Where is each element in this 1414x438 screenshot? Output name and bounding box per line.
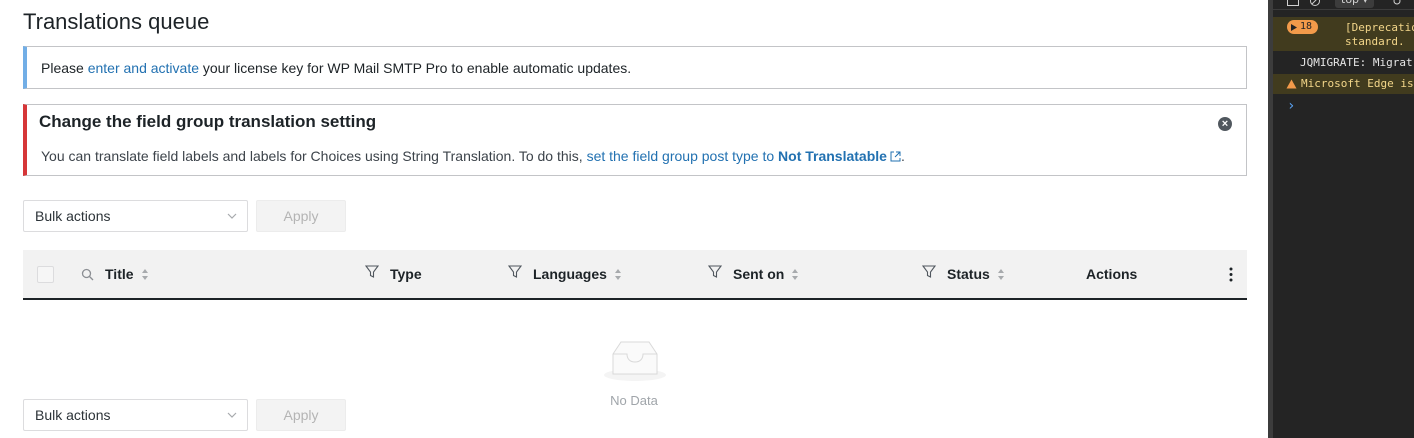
filter-icon[interactable] (508, 265, 522, 279)
jqmigrate-message[interactable]: JQMIGRATE: Migrat (1273, 56, 1414, 72)
chevron-down-icon (227, 412, 237, 418)
column-languages-label: Languages (533, 266, 607, 282)
search-icon[interactable] (81, 268, 94, 281)
link-bold-text: Not Translatable (778, 148, 887, 164)
bulk-actions-label: Bulk actions (35, 208, 111, 224)
sort-icon[interactable] (614, 268, 622, 281)
column-title[interactable]: Title (105, 250, 149, 298)
column-languages[interactable]: Languages (533, 250, 622, 298)
warning-icon (1286, 79, 1297, 89)
column-actions: Actions (1086, 250, 1137, 298)
empty-state-text: No Data (610, 393, 658, 408)
edge-warning-message[interactable]: Microsoft Edge is (1273, 74, 1414, 94)
sort-icon[interactable] (997, 268, 1005, 281)
sort-icon[interactable] (141, 268, 149, 281)
external-link-icon (890, 151, 901, 162)
filter-icon[interactable] (365, 265, 379, 279)
sort-icon[interactable] (791, 268, 799, 281)
link-text: set the field group post type to (586, 148, 779, 164)
page-title: Translations queue (23, 9, 210, 34)
filter-icon[interactable] (922, 265, 936, 279)
notice-heading: Change the field group translation setti… (39, 112, 377, 131)
bulk-actions-select-top[interactable]: Bulk actions (23, 200, 248, 232)
column-sent-on-label: Sent on (733, 266, 785, 282)
apply-button-bottom[interactable]: Apply (256, 399, 346, 431)
notice-end: . (900, 148, 905, 164)
apply-button-top[interactable]: Apply (256, 200, 346, 232)
sidebar-toggle-icon[interactable] (1287, 0, 1299, 6)
notice-body: You can translate field labels and label… (41, 148, 905, 164)
message-count: 18 (1300, 21, 1313, 32)
column-status[interactable]: Status (947, 250, 1005, 298)
license-notice-text-after: your license key for WP Mail SMTP Pro to… (199, 60, 632, 76)
deprecation-line-2: standard. (1345, 35, 1405, 48)
column-title-label: Title (105, 266, 134, 282)
close-circle-icon[interactable]: × (1218, 117, 1232, 131)
context-label: top (1341, 0, 1359, 6)
empty-inbox-icon (604, 341, 666, 381)
bulk-actions-label: Bulk actions (35, 407, 111, 423)
deprecation-text: [Deprecatio standard. (1345, 21, 1414, 49)
devtools-toolbar: top ▾ (1273, 0, 1414, 10)
table-header: Title Type Languages Sent on Status Acti… (23, 250, 1247, 300)
kebab-menu-icon[interactable] (1229, 267, 1233, 282)
main-content: Translations queue Please enter and acti… (0, 0, 1268, 438)
column-type-label: Type (390, 266, 422, 282)
console-prompt[interactable]: › (1273, 98, 1414, 114)
live-expression-eye-icon[interactable] (1391, 0, 1403, 6)
license-notice: Please enter and activate your license k… (23, 46, 1247, 89)
field-group-notice: Change the field group translation setti… (23, 104, 1247, 176)
not-translatable-link[interactable]: set the field group post type to Not Tra… (587, 148, 901, 164)
edge-warning-text: Microsoft Edge is (1301, 77, 1414, 90)
enter-and-activate-link[interactable]: enter and activate (88, 60, 199, 76)
play-icon (1291, 23, 1297, 31)
context-selector[interactable]: top ▾ (1335, 0, 1375, 8)
deprecation-line-1: [Deprecatio (1345, 21, 1414, 34)
clear-console-icon[interactable] (1309, 0, 1321, 6)
column-status-label: Status (947, 266, 990, 282)
filter-icon[interactable] (708, 265, 722, 279)
column-type[interactable]: Type (390, 250, 422, 298)
column-sent-on[interactable]: Sent on (733, 250, 799, 298)
column-actions-label: Actions (1086, 266, 1138, 282)
license-notice-text-before: Please (41, 60, 88, 76)
select-all-checkbox[interactable] (37, 266, 54, 283)
notice-text: You can translate field labels and label… (41, 148, 587, 164)
chevron-down-icon (227, 213, 237, 219)
bulk-actions-select-bottom[interactable]: Bulk actions (23, 399, 248, 431)
devtools-console-panel: top ▾ 18 [Deprecatio standard. JQMIGRATE… (1268, 0, 1414, 438)
message-count-badge: 18 (1287, 20, 1319, 34)
deprecation-message[interactable]: 18 [Deprecatio standard. (1273, 17, 1414, 51)
